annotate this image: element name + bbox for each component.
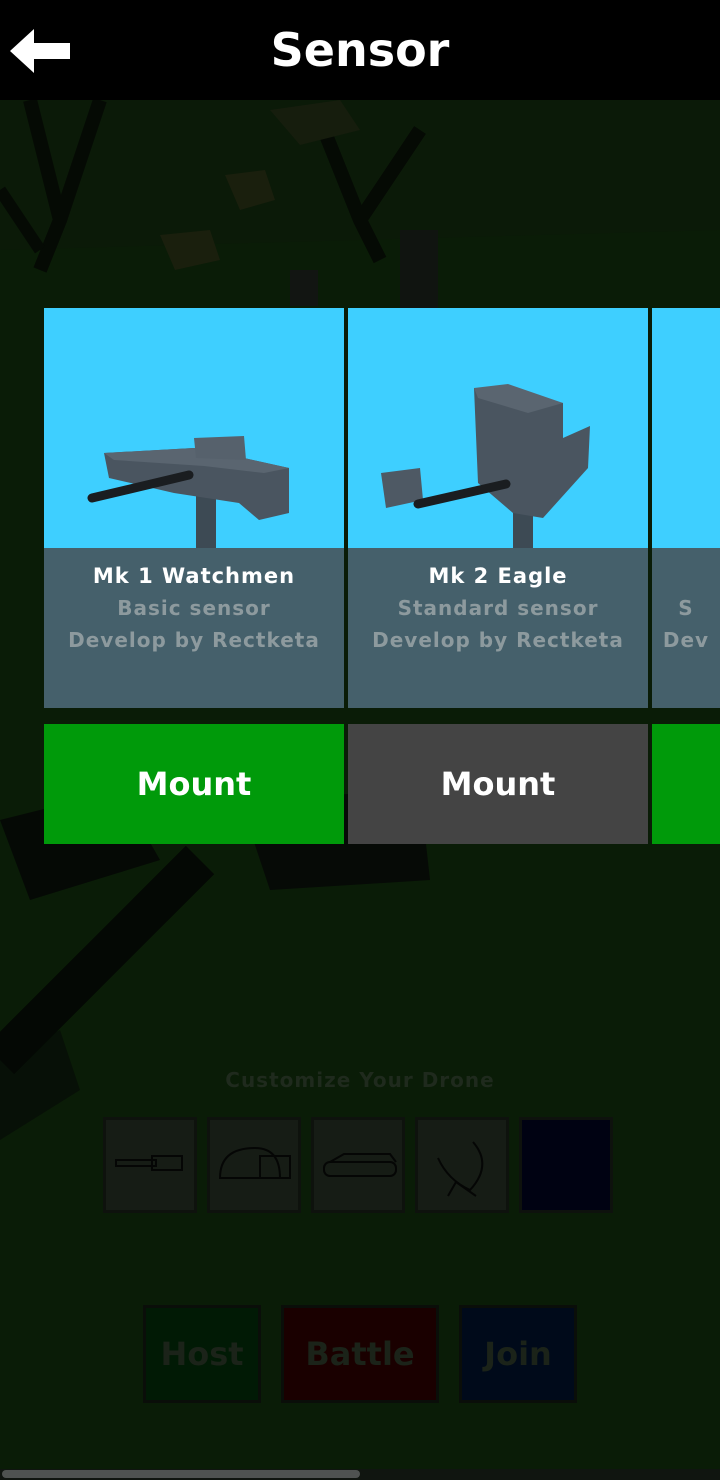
sensor-description: Basic sensor <box>117 596 271 620</box>
join-button[interactable]: Join <box>459 1305 577 1403</box>
sensor-preview <box>348 308 648 551</box>
host-button[interactable]: Host <box>143 1305 261 1403</box>
sensor-info-panel: Mk 2 Eagle Standard sensor Develop by Re… <box>348 548 648 708</box>
sensor-card-mk1[interactable]: Mk 1 Watchmen Basic sensor Develop by Re… <box>44 308 344 708</box>
page-title: Sensor <box>270 23 450 77</box>
sensor-developer: Develop by Rectketa <box>372 628 624 652</box>
sensor-info-panel: S Dev <box>652 548 720 708</box>
empty-slot[interactable] <box>519 1117 613 1213</box>
mount-button-mk2[interactable]: Mount <box>348 724 648 844</box>
sensor-model-image <box>87 436 289 554</box>
mount-button-mk1[interactable]: Mount <box>44 724 344 844</box>
chassis-slot[interactable] <box>311 1117 405 1213</box>
sensor-preview <box>652 308 720 548</box>
weapon-slot[interactable] <box>103 1117 197 1213</box>
armor-slot[interactable] <box>207 1117 301 1213</box>
sensor-card-mk2[interactable]: Mk 2 Eagle Standard sensor Develop by Re… <box>348 308 648 708</box>
sensor-description: Standard sensor <box>397 596 599 620</box>
sensor-card-3[interactable]: S Dev <box>652 308 720 708</box>
customize-label: Customize Your Drone <box>225 1068 495 1092</box>
sensor-info-panel: Mk 1 Watchmen Basic sensor Develop by Re… <box>44 548 344 708</box>
sensor-developer: Dev <box>662 628 710 652</box>
sensor-model-image <box>381 384 590 551</box>
sensor-slot[interactable] <box>415 1117 509 1213</box>
sensor-description: S <box>678 596 694 620</box>
radar-dish-icon <box>437 1141 484 1197</box>
mount-button-3[interactable] <box>652 724 720 844</box>
top-bar: Sensor <box>0 0 720 100</box>
sensor-preview <box>44 308 344 554</box>
battle-button[interactable]: Battle <box>281 1305 439 1403</box>
horizontal-scrollbar-thumb[interactable] <box>2 1470 360 1478</box>
sensor-name: Mk 2 Eagle <box>428 564 568 588</box>
tank-tread-icon <box>323 1153 397 1177</box>
sensor-name: Mk 1 Watchmen <box>92 564 296 588</box>
gun-icon <box>115 1155 183 1171</box>
dome-icon <box>218 1146 291 1179</box>
sensor-developer: Develop by Rectketa <box>68 628 320 652</box>
